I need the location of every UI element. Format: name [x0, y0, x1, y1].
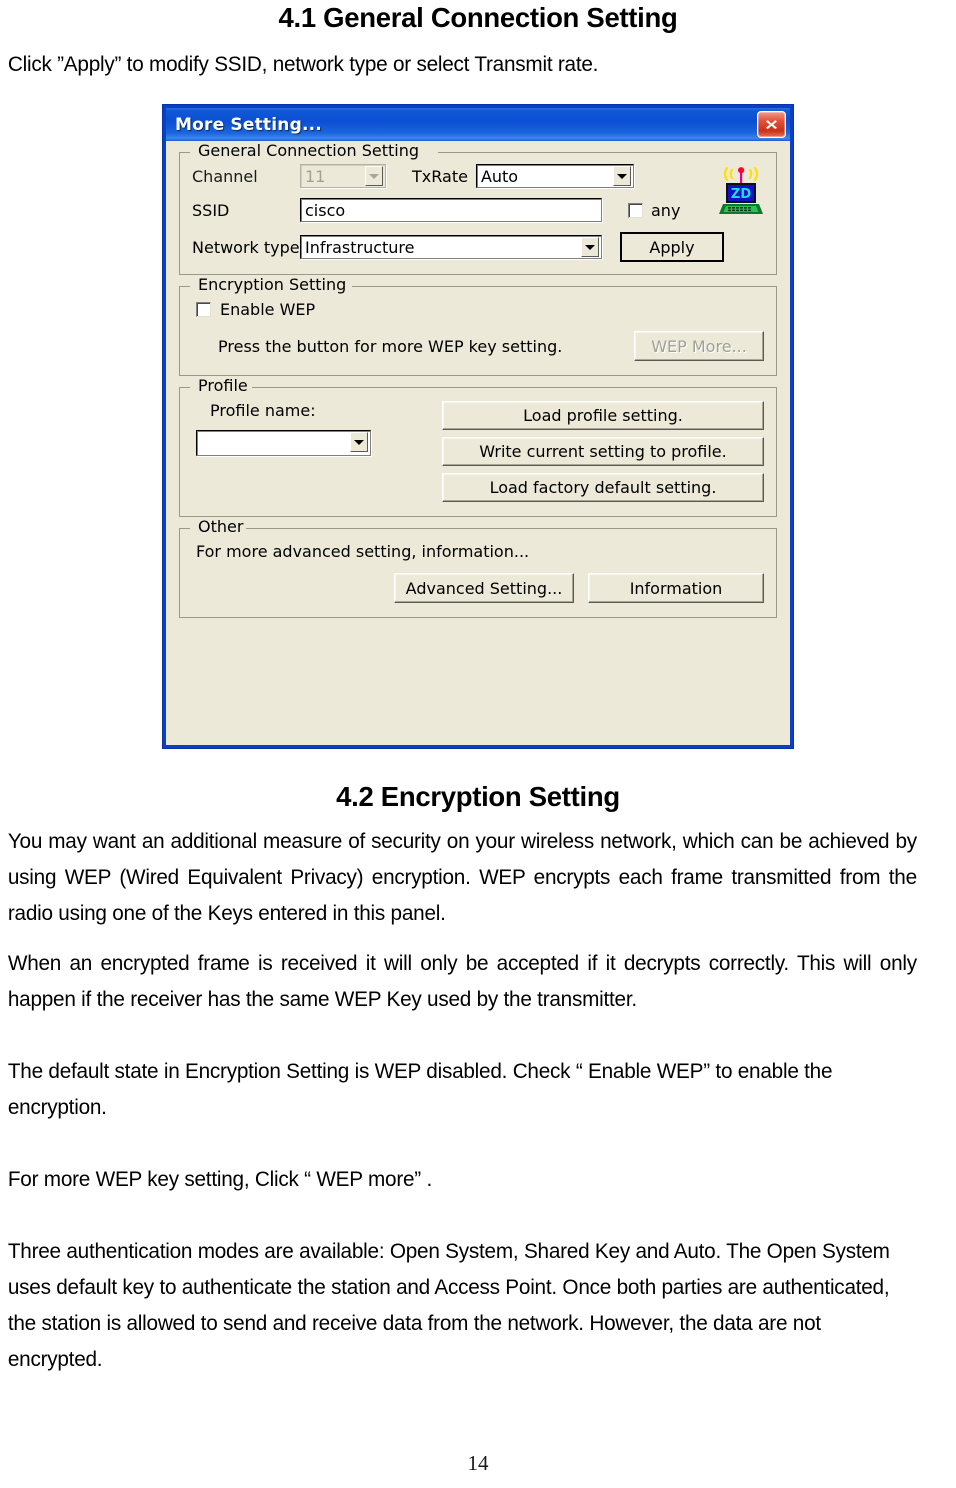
section-heading-4-2: 4.2 Encryption Setting [336, 781, 620, 812]
advanced-setting-button[interactable]: Advanced Setting... [394, 573, 574, 603]
other-group: Other For more advanced setting, informa… [179, 517, 777, 618]
profile-name-select[interactable] [196, 430, 371, 456]
profile-group-legend: Profile [194, 376, 252, 395]
network-type-value: Infrastructure [305, 237, 415, 257]
profile-name-label: Profile name: [210, 401, 316, 420]
network-type-row: Network type Infrastructure Apply [192, 232, 764, 262]
channel-label: Channel [192, 166, 258, 186]
chevron-down-icon[interactable] [581, 237, 599, 257]
paragraph-3: The default state in Encryption Setting … [7, 1058, 833, 1119]
txrate-select[interactable]: Auto [475, 164, 634, 188]
ssid-row: SSID cisco any [192, 198, 764, 222]
close-icon[interactable] [757, 111, 786, 138]
dialog-body: General Connection Setting Channel 11 Tx… [166, 141, 790, 745]
chevron-down-icon[interactable] [350, 432, 368, 452]
channel-select[interactable]: 11 [300, 164, 386, 188]
more-setting-dialog-screenshot: More Setting... General Connection Setti… [162, 104, 794, 749]
paragraph-1: You may want an additional measure of se… [7, 828, 917, 925]
more-setting-dialog: More Setting... General Connection Setti… [162, 104, 794, 749]
ssid-value: cisco [305, 200, 346, 220]
any-checkbox[interactable] [628, 202, 643, 218]
zydas-wireless-laptop-icon: ZD [718, 166, 764, 216]
chevron-down-icon[interactable] [612, 166, 631, 186]
dialog-titlebar: More Setting... [166, 108, 790, 141]
load-profile-setting-button[interactable]: Load profile setting. [442, 401, 764, 430]
wep-more-row: Press the button for more WEP key settin… [192, 331, 764, 361]
intro-paragraph: Click ”Apply” to modify SSID, network ty… [7, 51, 599, 76]
other-group-legend: Other [194, 517, 248, 536]
channel-value: 11 [305, 166, 326, 186]
network-type-label: Network type [192, 237, 300, 257]
information-button[interactable]: Information [588, 573, 764, 603]
any-label: any [651, 200, 681, 220]
paragraph-2: When an encrypted frame is received it w… [7, 950, 917, 1011]
channel-txrate-row: Channel 11 TxRate Auto [192, 164, 764, 188]
dialog-title: More Setting... [175, 114, 322, 135]
network-type-select[interactable]: Infrastructure [300, 235, 602, 259]
paragraph-4: For more WEP key setting, Click “ WEP mo… [7, 1166, 433, 1191]
page-number: 14 [467, 1451, 489, 1475]
enable-wep-row: Enable WEP [192, 300, 764, 319]
txrate-value: Auto [480, 166, 519, 186]
encryption-group-legend: Encryption Setting [194, 275, 351, 294]
enable-wep-label: Enable WEP [220, 300, 316, 319]
wep-hint-text: Press the button for more WEP key settin… [218, 336, 563, 356]
paragraph-5: Three authentication modes are available… [7, 1238, 890, 1371]
chevron-down-icon[interactable] [365, 166, 383, 186]
enable-wep-checkbox[interactable] [196, 302, 211, 317]
load-factory-default-setting-button[interactable]: Load factory default setting. [442, 473, 764, 502]
wep-more-button[interactable]: WEP More... [634, 331, 764, 361]
section-heading-4-1: 4.1 General Connection Setting [278, 2, 678, 33]
svg-text:ZD: ZD [731, 187, 751, 202]
txrate-label: TxRate [412, 166, 468, 186]
profile-group: Profile Profile name: Load profile setti… [179, 376, 777, 517]
write-current-setting-to-profile-button[interactable]: Write current setting to profile. [442, 437, 764, 466]
general-connection-setting-group: General Connection Setting Channel 11 Tx… [179, 141, 777, 275]
document-page: 4.1 General Connection Setting Click ”Ap… [0, 0, 956, 1488]
other-description: For more advanced setting, information..… [196, 542, 530, 561]
general-group-legend: General Connection Setting [194, 141, 424, 160]
encryption-setting-group: Encryption Setting Enable WEP Press the … [179, 275, 777, 376]
ssid-input[interactable]: cisco [300, 198, 602, 222]
apply-button[interactable]: Apply [620, 232, 724, 262]
ssid-label: SSID [192, 200, 230, 220]
